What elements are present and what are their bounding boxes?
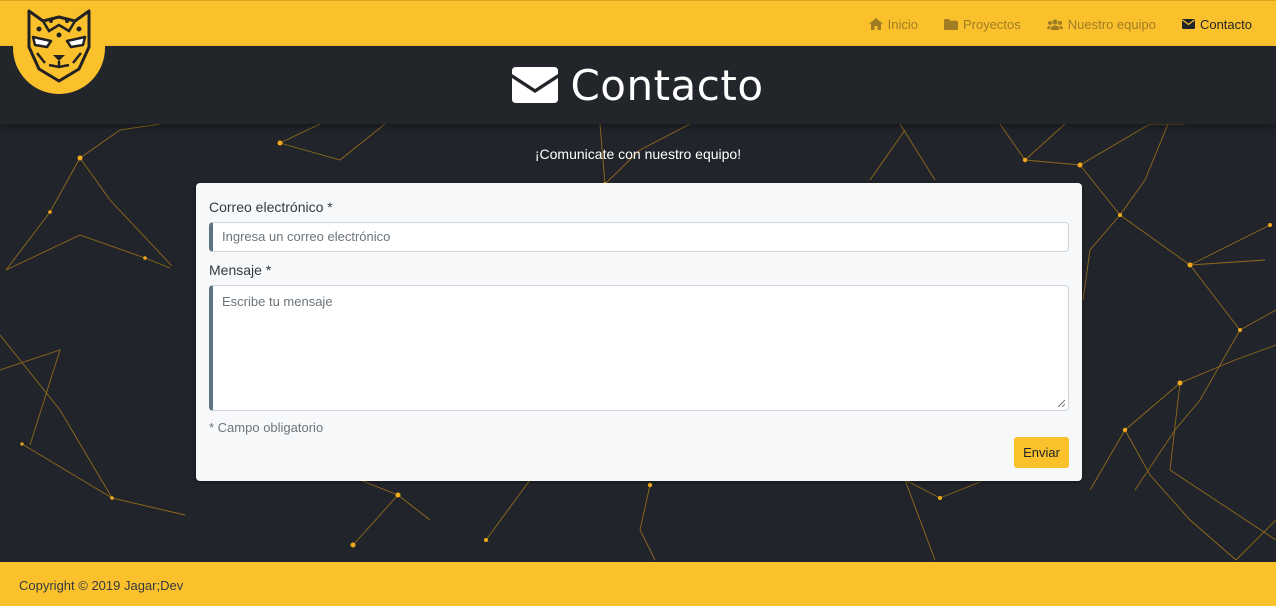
logo[interactable] — [13, 1, 105, 94]
nav-label-inicio: Inicio — [887, 16, 918, 32]
footer: Copyright © 2019 Jagar;Dev — [0, 562, 1276, 606]
nav-label-contacto: Contacto — [1199, 16, 1252, 32]
nav-links: Inicio Proyectos Nuestro equipo Contacto — [868, 1, 1252, 47]
email-placeholder: Ingresa un correo electrónico — [222, 229, 391, 244]
users-icon — [1046, 18, 1063, 30]
jaguar-logo-icon — [27, 9, 91, 83]
resize-handle-icon[interactable] — [1057, 399, 1065, 407]
email-label: Correo electrónico * — [209, 199, 333, 215]
nav-label-proyectos: Proyectos — [962, 16, 1021, 32]
nav-item-nuestro-equipo[interactable]: Nuestro equipo — [1046, 16, 1156, 32]
contact-form-card: Correo electrónico * Ingresa un correo e… — [196, 183, 1082, 481]
required-note: * Campo obligatorio — [209, 420, 324, 435]
home-icon — [868, 18, 883, 30]
message-textarea[interactable]: Escribe tu mensaje — [209, 285, 1069, 411]
page-subtitle: ¡Comunicate con nuestro equipo! — [534, 146, 742, 162]
envelope-icon — [1181, 19, 1195, 29]
email-input[interactable]: Ingresa un correo electrónico — [209, 222, 1069, 252]
nav-label-nuestro-equipo: Nuestro equipo — [1067, 16, 1156, 32]
envelope-icon — [512, 67, 559, 103]
copyright-text: Copyright © 2019 Jagar;Dev — [19, 578, 184, 593]
nav-item-proyectos[interactable]: Proyectos — [943, 16, 1021, 32]
nav-item-contacto[interactable]: Contacto — [1181, 16, 1252, 32]
message-placeholder: Escribe tu mensaje — [222, 294, 333, 309]
folder-icon — [943, 18, 958, 30]
navbar: Inicio Proyectos Nuestro equipo Contacto — [0, 0, 1276, 94]
page-title: Contacto — [570, 60, 764, 110]
submit-button[interactable]: Enviar — [1014, 437, 1069, 468]
message-label: Mensaje * — [209, 262, 272, 278]
page-header: Contacto — [0, 46, 1276, 124]
nav-item-inicio[interactable]: Inicio — [868, 16, 918, 32]
